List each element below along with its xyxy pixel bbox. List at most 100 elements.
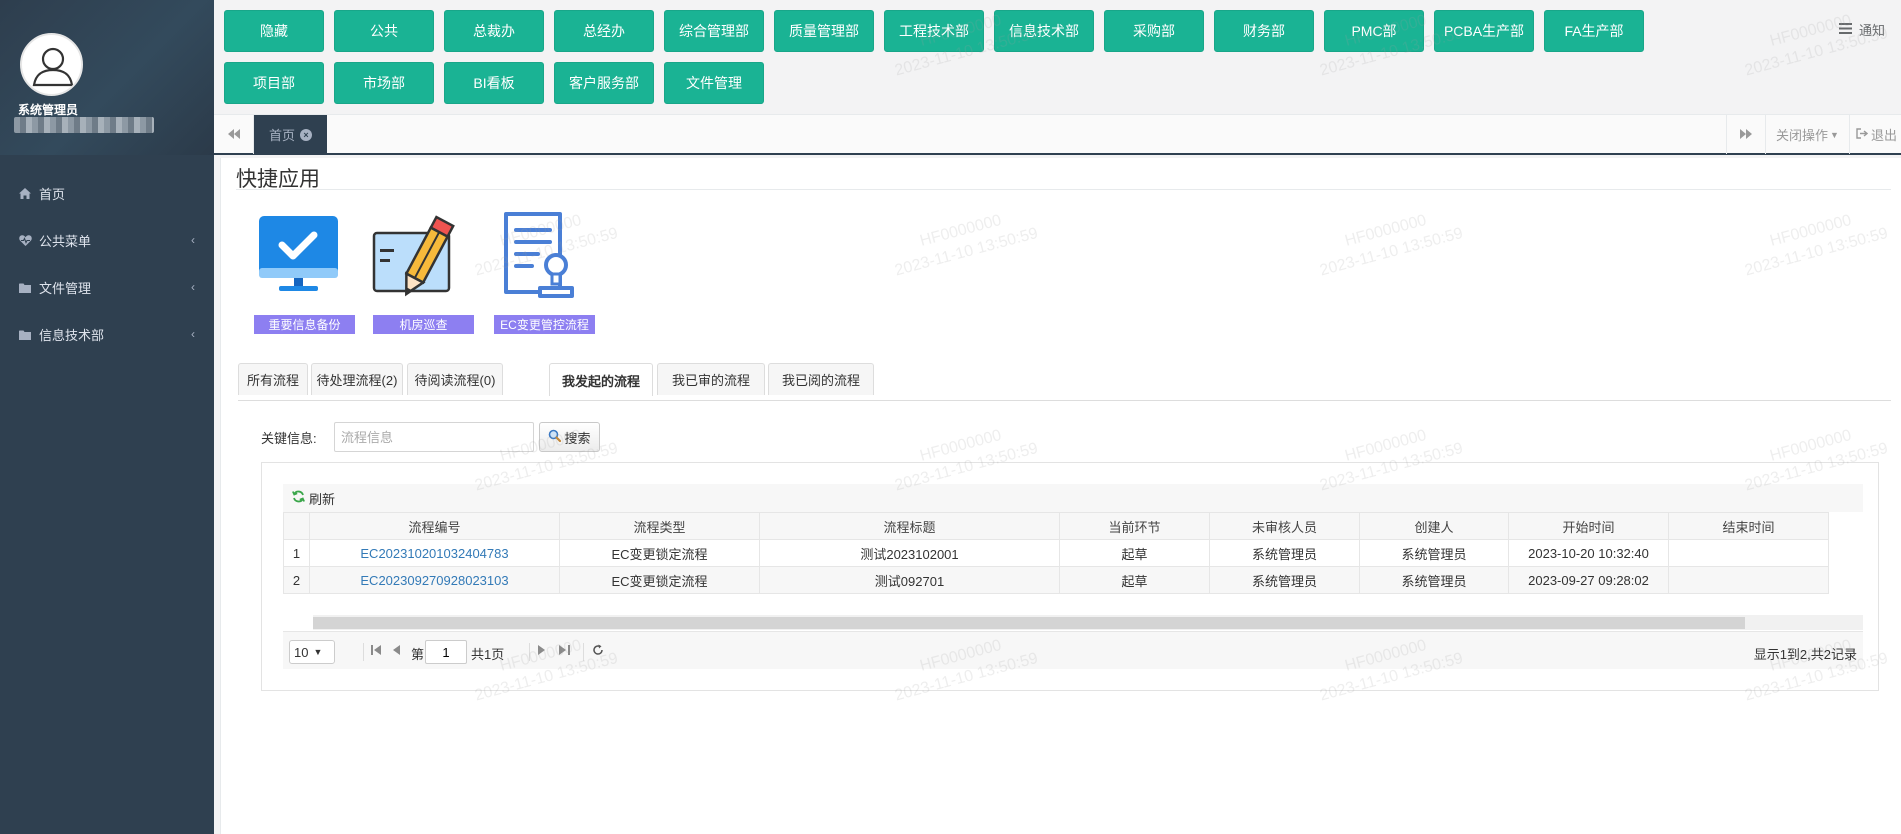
tab-scroll-left-button[interactable]: [214, 115, 254, 154]
sidebar-item-label: 文件管理: [39, 281, 92, 296]
dept-button-fa-production[interactable]: FA生产部: [1544, 10, 1644, 52]
caret-down-icon: ▼: [1830, 129, 1839, 140]
scrollbar-thumb[interactable]: [313, 617, 1745, 629]
tab-my-initiated-flows[interactable]: 我发起的流程: [549, 363, 653, 396]
app-window: 系统管理员 首页 公共菜单 ‹ 文件管理 ‹ 信息技术部 ‹ 隐藏 公共 总裁办…: [0, 0, 1901, 834]
sidebar-item-label: 信息技术部: [39, 328, 105, 343]
pagination-info: 显示1到2,共2记录: [1753, 647, 1857, 662]
dept-button-file-management[interactable]: 文件管理: [664, 62, 764, 104]
department-bar: 隐藏 公共 总裁办 总经办 综合管理部 质量管理部 工程技术部 信息技术部 采购…: [214, 0, 1901, 114]
next-page-icon[interactable]: [538, 644, 546, 658]
dept-button-president-office[interactable]: 总裁办: [444, 10, 544, 52]
page-size-select[interactable]: 10 ▼: [289, 640, 335, 664]
sidebar-item-home[interactable]: 首页: [0, 170, 214, 217]
refresh-button[interactable]: 刷新: [292, 489, 335, 508]
dept-button-public[interactable]: 公共: [334, 10, 434, 52]
tab-all-flows[interactable]: 所有流程: [238, 363, 308, 395]
sidebar-nav: 首页 公共菜单 ‹ 文件管理 ‹ 信息技术部 ‹: [0, 170, 214, 358]
search-icon: [548, 429, 562, 445]
flow-id-link[interactable]: EC202309270928023103: [360, 573, 508, 588]
pending-reviewer-cell: 系统管理员: [1209, 539, 1360, 567]
notice-label: 通知: [1858, 23, 1885, 38]
tab-unread-flows[interactable]: 待阅读流程(0): [407, 363, 503, 395]
page-tabs-bar: 首页 × 关闭操作 ▼ 退出: [214, 114, 1901, 155]
keyword-label: 关键信息:: [261, 431, 317, 446]
flow-grid-panel: 刷新 流程编号 流程类型 流程标题 当前环节 未审核人员 创建人 开始时间 结束…: [261, 462, 1879, 691]
sidebar-item-label: 公共菜单: [39, 234, 92, 249]
keyword-input[interactable]: [334, 422, 534, 452]
table-row[interactable]: 2 EC202309270928023103 EC变更锁定流程 测试092701…: [283, 566, 1829, 594]
search-button-label: 搜索: [564, 430, 591, 446]
tab-scroll-right-button[interactable]: [1726, 115, 1765, 154]
column-header[interactable]: 创建人: [1359, 512, 1509, 540]
list-icon: [1838, 22, 1852, 37]
dept-button-finance[interactable]: 财务部: [1214, 10, 1314, 52]
flow-id-cell: EC202309270928023103: [309, 566, 560, 594]
horizontal-scrollbar[interactable]: [313, 615, 1863, 630]
pencil-document-icon: [372, 215, 455, 297]
flow-id-link[interactable]: EC202310201032404783: [360, 546, 508, 561]
tab-my-approved-flows[interactable]: 我已审的流程: [657, 363, 765, 395]
notice-button[interactable]: 通知: [1838, 20, 1885, 39]
row-number: 1: [283, 539, 310, 567]
tab-home[interactable]: 首页 ×: [254, 115, 327, 154]
dept-button-pcba-production[interactable]: PCBA生产部: [1434, 10, 1534, 52]
current-step-cell: 起草: [1059, 539, 1210, 567]
heartbeat-icon: [18, 235, 32, 246]
search-button[interactable]: 搜索: [539, 422, 600, 452]
column-header[interactable]: 结束时间: [1668, 512, 1829, 540]
table-row[interactable]: 1 EC202310201032404783 EC变更锁定流程 测试202310…: [283, 539, 1829, 567]
dept-button-gm-office[interactable]: 总经办: [554, 10, 654, 52]
sidebar-item-public-menu[interactable]: 公共菜单 ‹: [0, 217, 214, 264]
user-profile: 系统管理员: [0, 0, 214, 155]
chevron-left-icon: ‹: [191, 233, 195, 247]
avatar[interactable]: [20, 33, 83, 96]
close-operations-dropdown[interactable]: 关闭操作 ▼: [1765, 115, 1849, 154]
dept-button-purchasing[interactable]: 采购部: [1104, 10, 1204, 52]
dept-button-pmc[interactable]: PMC部: [1324, 10, 1424, 52]
dept-button-hide[interactable]: 隐藏: [224, 10, 324, 52]
column-header[interactable]: 未审核人员: [1209, 512, 1360, 540]
pagination-bar: 10 ▼ 第 共1页: [283, 631, 1863, 669]
column-header[interactable]: 开始时间: [1508, 512, 1669, 540]
column-header[interactable]: 流程标题: [759, 512, 1060, 540]
dept-button-marketing[interactable]: 市场部: [334, 62, 434, 104]
sidebar-item-file-management[interactable]: 文件管理 ‹: [0, 264, 214, 311]
reload-icon[interactable]: [592, 644, 604, 659]
refresh-icon: [292, 490, 305, 506]
column-header[interactable]: 流程编号: [309, 512, 560, 540]
logout-label: 退出: [1871, 128, 1898, 143]
dept-button-customer-service[interactable]: 客户服务部: [554, 62, 654, 104]
column-header[interactable]: 当前环节: [1059, 512, 1210, 540]
tab-my-read-flows[interactable]: 我已阅的流程: [768, 363, 874, 395]
last-page-icon[interactable]: [559, 644, 570, 658]
divider: [583, 643, 584, 661]
end-time-cell: [1668, 566, 1829, 594]
folder-icon: [18, 283, 32, 293]
dept-button-it[interactable]: 信息技术部: [994, 10, 1094, 52]
user-role: 系统管理员: [18, 103, 79, 117]
creator-cell: 系统管理员: [1359, 539, 1509, 567]
dept-button-quality[interactable]: 质量管理部: [774, 10, 874, 52]
backward-icon: [227, 127, 240, 142]
quick-app-label: EC变更管控流程: [494, 315, 595, 334]
quick-app-label: 重要信息备份: [254, 315, 355, 334]
end-time-cell: [1668, 539, 1829, 567]
chevron-left-icon: ‹: [191, 327, 195, 341]
sidebar-item-label: 首页: [39, 187, 66, 202]
logout-button[interactable]: 退出: [1849, 115, 1901, 154]
column-header[interactable]: 流程类型: [559, 512, 760, 540]
first-page-icon[interactable]: [371, 644, 382, 658]
dept-button-bi-board[interactable]: BI看板: [444, 62, 544, 104]
prev-page-icon[interactable]: [393, 644, 401, 658]
close-tab-icon[interactable]: ×: [300, 128, 312, 141]
tab-pending-flows[interactable]: 待处理流程(2): [311, 363, 403, 395]
flow-title-cell: 测试2023102001: [759, 539, 1060, 567]
sidebar-item-it-dept[interactable]: 信息技术部 ‹: [0, 311, 214, 358]
table-header-row: 流程编号 流程类型 流程标题 当前环节 未审核人员 创建人 开始时间 结束时间: [283, 512, 1829, 540]
dept-button-general-admin[interactable]: 综合管理部: [664, 10, 764, 52]
dept-button-engineering[interactable]: 工程技术部: [884, 10, 984, 52]
row-number: 2: [283, 566, 310, 594]
page-number-input[interactable]: [425, 640, 467, 664]
dept-button-project[interactable]: 项目部: [224, 62, 324, 104]
